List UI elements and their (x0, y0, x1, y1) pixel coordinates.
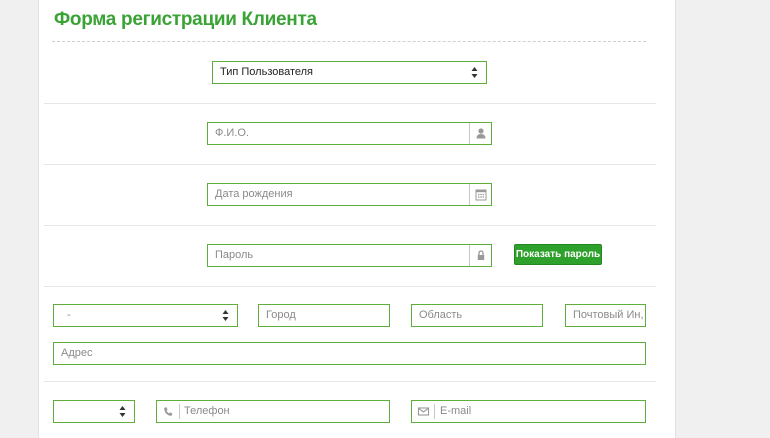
section-divider (44, 225, 656, 226)
calendar-icon (469, 184, 491, 205)
email-placeholder: E-mail (440, 405, 472, 417)
page-title: Форма регистрации Клиента (54, 9, 317, 30)
city-field[interactable]: Город (258, 304, 390, 327)
region-field[interactable]: Область (411, 304, 543, 327)
section-divider (44, 103, 656, 104)
postal-code-field[interactable]: Почтовый Ин, (565, 304, 646, 327)
phone-placeholder: Телефон (184, 405, 230, 417)
phone-icon (157, 401, 179, 422)
phone-code-select[interactable] (53, 400, 135, 423)
phone-field[interactable]: Телефон (156, 400, 390, 423)
lock-icon (469, 245, 491, 266)
user-icon (469, 123, 491, 144)
email-field[interactable]: E-mail (411, 400, 646, 423)
section-divider (44, 286, 656, 287)
password-placeholder: Пароль (215, 249, 254, 261)
select-arrows-icon (119, 405, 126, 418)
country-value: - (67, 309, 71, 321)
full-name-placeholder: Ф.И.О. (215, 127, 249, 139)
city-placeholder: Город (266, 309, 296, 321)
envelope-icon (412, 401, 434, 422)
user-type-select[interactable]: Тип Пользователя (212, 61, 487, 84)
addon-separator (434, 404, 435, 419)
password-field[interactable]: Пароль (207, 244, 492, 267)
birth-date-placeholder: Дата рождения (215, 188, 293, 200)
section-divider (44, 164, 656, 165)
user-type-value: Тип Пользователя (220, 66, 314, 78)
region-placeholder: Область (419, 309, 463, 321)
section-divider (44, 381, 656, 382)
country-select[interactable]: - (53, 304, 238, 327)
select-arrows-icon (471, 66, 478, 79)
postal-code-placeholder: Почтовый Ин, (573, 309, 644, 321)
full-name-field[interactable]: Ф.И.О. (207, 122, 492, 145)
birth-date-field[interactable]: Дата рождения (207, 183, 492, 206)
addon-separator (179, 404, 180, 419)
address-placeholder: Адрес (61, 347, 93, 359)
address-field[interactable]: Адрес (53, 342, 646, 365)
select-arrows-icon (222, 309, 229, 322)
show-password-button[interactable]: Показать пароль (514, 244, 602, 265)
